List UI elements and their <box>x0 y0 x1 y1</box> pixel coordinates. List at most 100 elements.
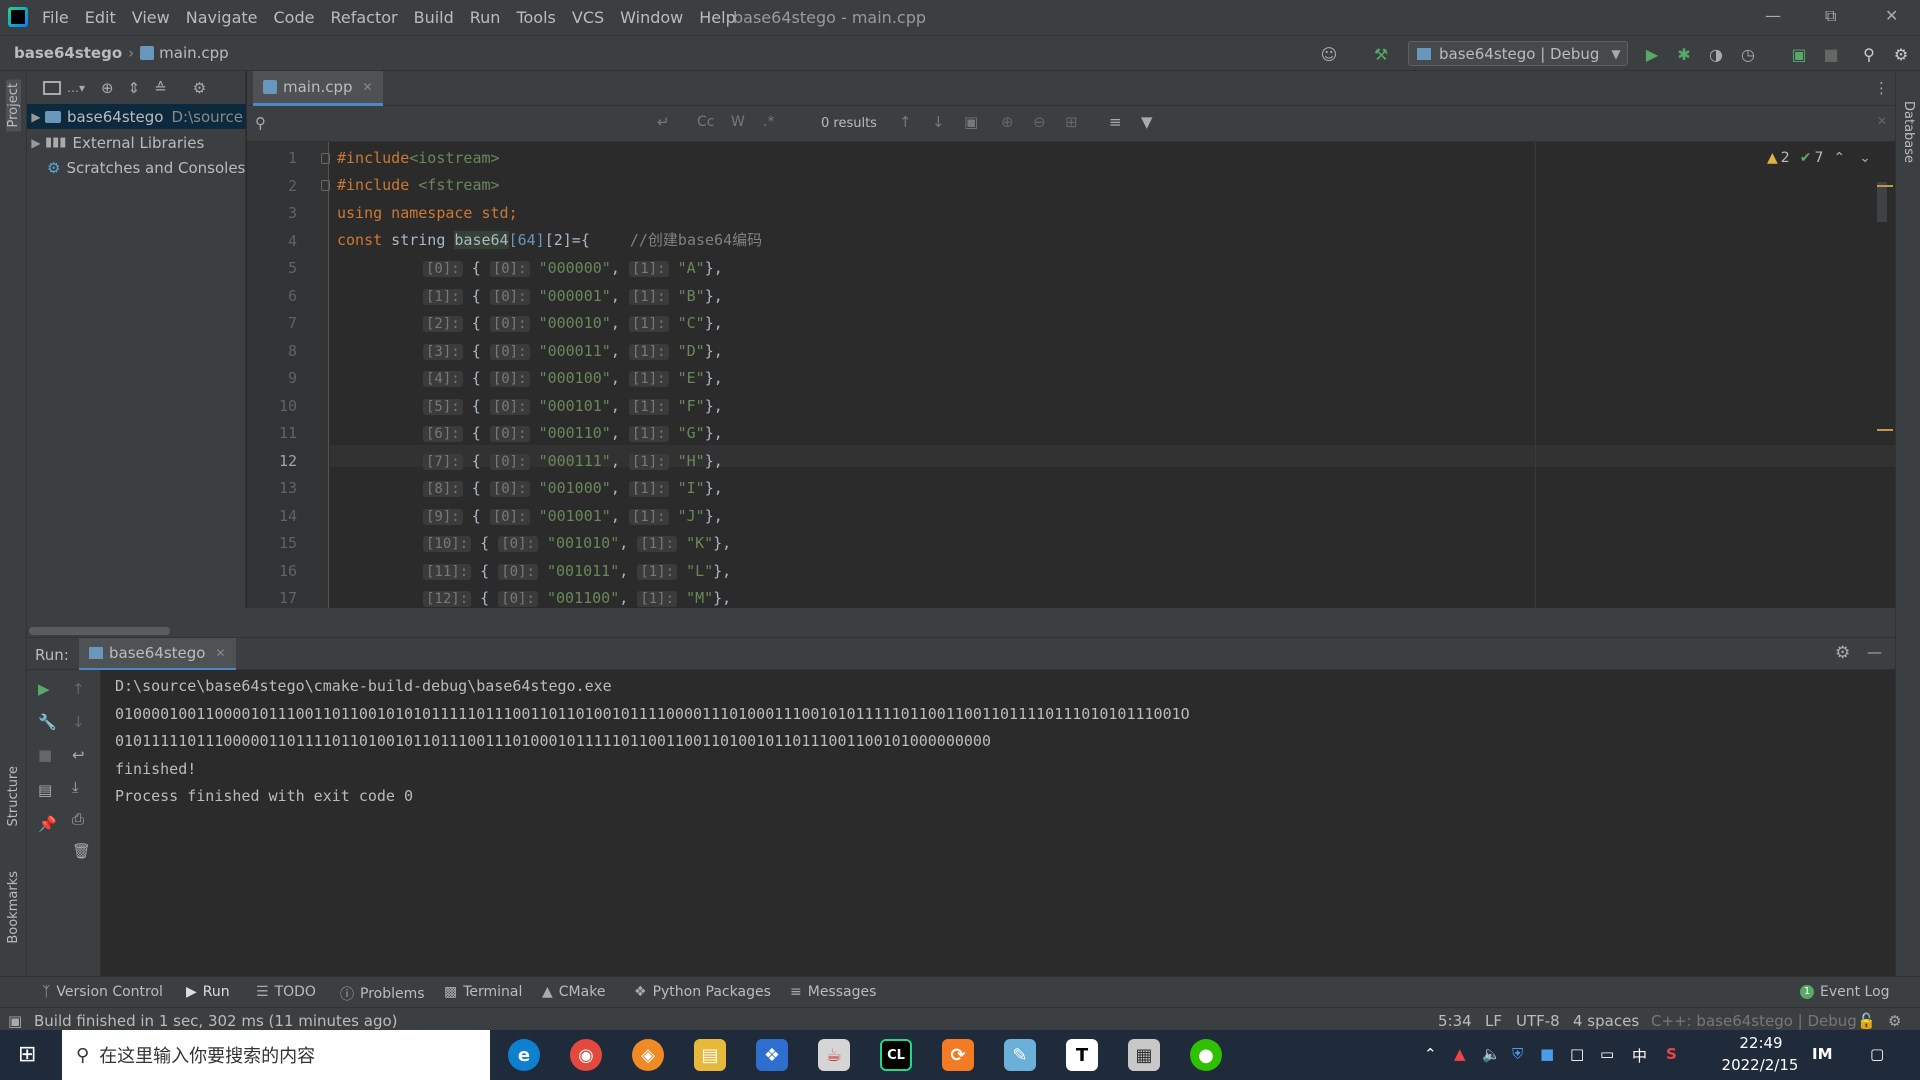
lock-icon[interactable]: 🔓 <box>1857 1012 1876 1030</box>
run-tab-close-icon[interactable]: ✕ <box>215 646 225 660</box>
project-settings-gear-icon[interactable]: ⚙ <box>193 79 206 97</box>
network-app-icon[interactable]: ❖ <box>756 1039 788 1071</box>
volume-icon[interactable]: 🔈 <box>1482 1045 1501 1063</box>
sogou-input-icon[interactable]: S <box>1666 1045 1677 1063</box>
print-icon[interactable]: ⎙ <box>72 810 84 828</box>
clock-date[interactable]: 2022/2/15 <box>1712 1056 1808 1074</box>
tab-main-cpp[interactable]: main.cpp ✕ <box>253 71 383 106</box>
find-input[interactable] <box>277 111 637 137</box>
firefox-browser-icon[interactable]: ◈ <box>632 1039 664 1071</box>
tab-close-icon[interactable]: ✕ <box>363 80 373 94</box>
project-view-icon[interactable] <box>43 81 61 95</box>
scroll-up-icon[interactable]: ↑ <box>72 680 85 698</box>
project-tool-tab[interactable]: Project <box>6 79 21 132</box>
tray-app-icon[interactable]: ▲ <box>1454 1045 1466 1063</box>
line-number[interactable]: 3 <box>267 204 297 222</box>
menu-run[interactable]: Run <box>462 0 509 35</box>
minimize-icon[interactable]: — <box>1765 6 1781 25</box>
taskbar-search-box[interactable]: ⚲ 在这里输入你要搜索的内容 <box>62 1030 490 1080</box>
windows-start-icon[interactable]: ⊞ <box>18 1042 36 1067</box>
clion-app-icon[interactable] <box>8 7 28 27</box>
menu-view[interactable]: View <box>124 0 178 35</box>
scroll-down-icon[interactable]: ↓ <box>72 713 85 731</box>
tool-tab-terminal[interactable]: ▩ Terminal <box>444 984 522 1000</box>
vertical-scrollbar-thumb[interactable] <box>1877 182 1887 222</box>
action-center-icon[interactable]: ▢ <box>1870 1045 1884 1063</box>
menu-tools[interactable]: Tools <box>508 0 563 35</box>
line-number[interactable]: 1 <box>267 149 297 167</box>
line-number[interactable]: 2 <box>267 177 297 195</box>
locate-icon[interactable]: ⊕ <box>101 79 114 97</box>
breadcrumb-project[interactable]: base64stego <box>14 44 122 62</box>
next-occurrence-icon[interactable]: ↓ <box>932 113 945 131</box>
structure-tool-tab[interactable]: Structure <box>6 766 21 826</box>
debug-icon[interactable]: ✱ <box>1675 45 1693 64</box>
notes-app-icon[interactable]: ✎ <box>1004 1039 1036 1071</box>
wrench-icon[interactable]: 🔧 <box>38 713 57 731</box>
collapse-all-icon[interactable]: ≙ <box>154 79 167 97</box>
match-case-toggle[interactable]: Cc <box>697 114 714 130</box>
code-editor[interactable]: #include<iostream> #include <fstream> us… <box>247 142 1895 608</box>
ime-indicator[interactable]: 中 <box>1632 1045 1647 1066</box>
tree-item-external-libraries[interactable]: ▶ ▮▮▮ External Libraries <box>27 130 204 155</box>
defender-shield-icon[interactable]: ⛨ <box>1512 1045 1523 1063</box>
restore-icon[interactable]: ⧉ <box>1825 6 1836 26</box>
search-everywhere-icon[interactable]: ⚲ <box>1860 45 1878 64</box>
more-tabs-icon[interactable]: ⋮ <box>1874 79 1889 97</box>
close-icon[interactable]: ✕ <box>1885 6 1898 25</box>
line-number[interactable]: 13 <box>267 479 297 497</box>
file-explorer-icon[interactable]: ▤ <box>694 1039 726 1071</box>
soft-wrap-icon[interactable]: ↩ <box>72 746 85 764</box>
tool-tab-todo[interactable]: ☰ TODO <box>256 984 316 1000</box>
tray-blue-icon[interactable]: ■ <box>1540 1045 1554 1063</box>
fold-marker-icon[interactable] <box>321 153 330 164</box>
file-encoding[interactable]: UTF-8 <box>1516 1012 1560 1030</box>
java-app-icon[interactable]: ☕ <box>818 1039 850 1071</box>
settings-gear-icon[interactable]: ⚙ <box>1892 45 1910 64</box>
line-number[interactable]: 16 <box>267 562 297 580</box>
run-tab-base64stego[interactable]: base64stego ✕ <box>79 638 236 671</box>
resolve-context[interactable]: C++: base64stego | Debug <box>1651 1012 1857 1030</box>
filter-icon[interactable]: ▼ <box>1141 113 1153 131</box>
tree-item-scratches[interactable]: ⚙ Scratches and Consoles <box>47 155 245 180</box>
previous-problem-icon[interactable]: ⌃ <box>1833 150 1845 166</box>
menu-file[interactable]: File <box>34 0 77 35</box>
menu-window[interactable]: Window <box>612 0 691 35</box>
battery-icon[interactable]: ▭ <box>1600 1045 1614 1063</box>
inspector-icon[interactable]: ⚙ <box>1888 1012 1901 1030</box>
profile-icon[interactable]: ◷ <box>1739 45 1757 64</box>
pin-icon[interactable]: 📌 <box>38 815 57 833</box>
error-stripe-marker[interactable] <box>1877 429 1893 431</box>
status-message[interactable]: Build finished in 1 sec, 302 ms (11 minu… <box>34 1012 398 1030</box>
calculator-icon[interactable]: ▦ <box>1128 1039 1160 1071</box>
line-number[interactable]: 15 <box>267 534 297 552</box>
line-number[interactable]: 12 <box>267 452 297 470</box>
line-number[interactable]: 4 <box>267 232 297 250</box>
regex-toggle[interactable]: .* <box>763 114 774 130</box>
clear-trash-icon[interactable]: 🗑 <box>72 842 91 860</box>
clock-time[interactable]: 22:49 <box>1726 1034 1796 1052</box>
chrome-browser-icon[interactable]: ◉ <box>570 1039 602 1071</box>
attach-debugger-icon[interactable]: ▣ <box>1790 45 1808 64</box>
new-line-icon[interactable]: ↵ <box>657 113 670 131</box>
tool-tab-cmake[interactable]: ▲ CMake <box>542 984 605 1000</box>
caret-position[interactable]: 5:34 <box>1438 1012 1472 1030</box>
clion-taskbar-icon[interactable]: CL <box>880 1039 912 1071</box>
view-dropdown-icon[interactable]: …▾ <box>67 81 85 95</box>
close-find-icon[interactable]: ✕ <box>1877 114 1887 128</box>
run-console[interactable]: D:\source\base64stego\cmake-build-debug\… <box>101 670 1895 976</box>
line-number[interactable]: 7 <box>267 314 297 332</box>
notification-badge-icon[interactable]: IM <box>1812 1045 1833 1063</box>
run-icon[interactable]: ▶ <box>1643 45 1661 64</box>
menu-edit[interactable]: Edit <box>77 0 124 35</box>
menu-vcs[interactable]: VCS <box>564 0 612 35</box>
line-number[interactable]: 14 <box>267 507 297 525</box>
tool-tab-run[interactable]: ▶ Run <box>186 984 230 1000</box>
breadcrumb-file[interactable]: main.cpp <box>159 44 229 62</box>
select-all-icon[interactable]: ⊞ <box>1065 113 1078 131</box>
layout-icon[interactable]: ▤ <box>38 781 52 799</box>
network-icon[interactable]: □ <box>1570 1045 1584 1063</box>
line-separator[interactable]: LF <box>1485 1012 1502 1030</box>
tool-tab-event-log[interactable]: 1 Event Log <box>1800 984 1890 1000</box>
inspection-widget[interactable]: ▲ 2 ✔ 7 ⌃ ⌄ <box>1767 150 1871 166</box>
